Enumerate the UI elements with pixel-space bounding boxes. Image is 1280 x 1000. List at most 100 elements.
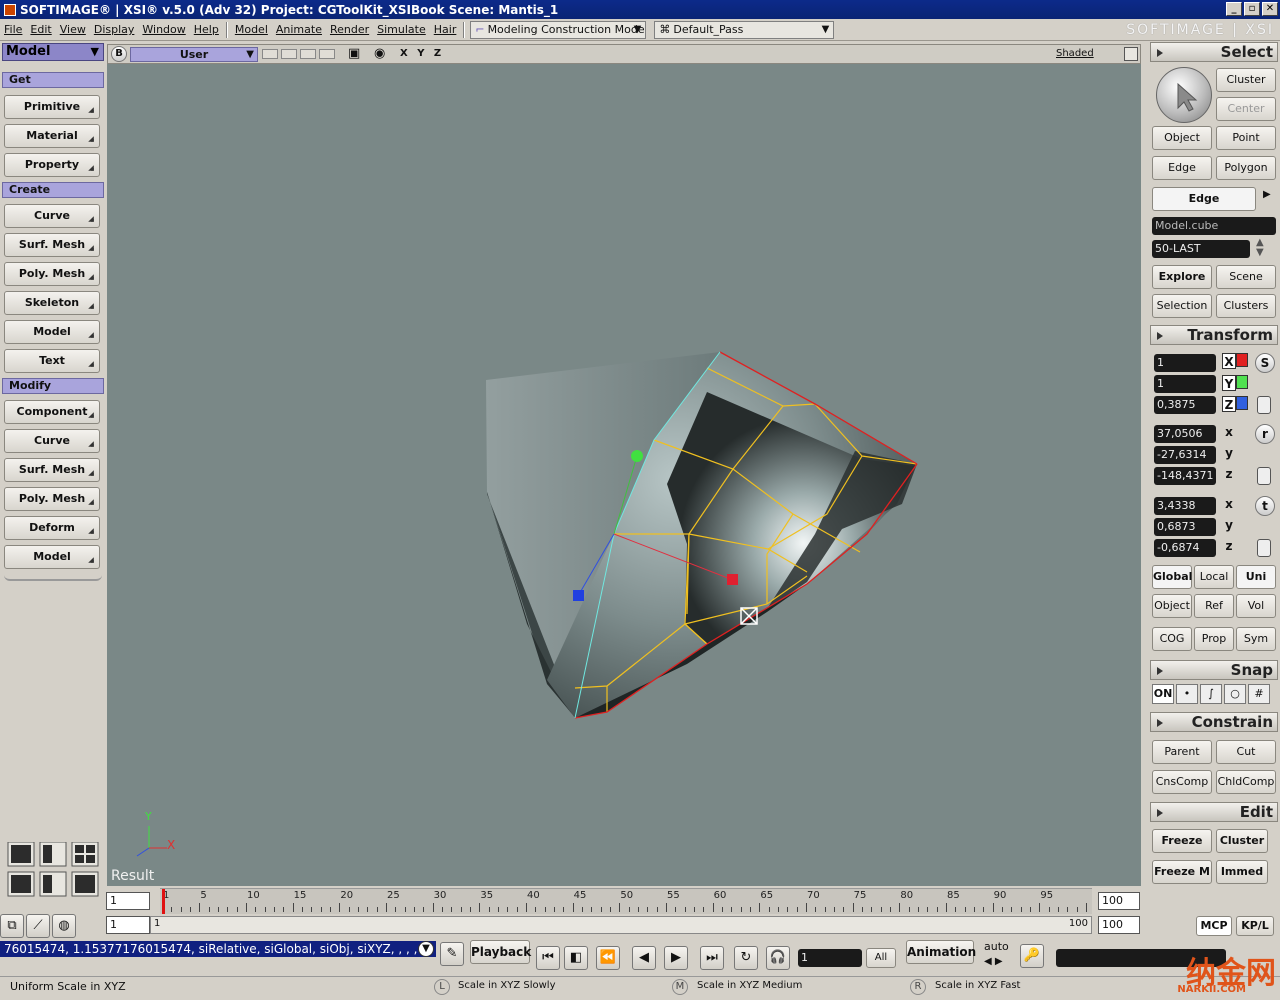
z-axis-handle[interactable] xyxy=(573,590,584,601)
snap-curve-icon[interactable]: ∫ xyxy=(1200,684,1222,704)
brush-icon[interactable]: ⟋ xyxy=(26,914,50,938)
maximize-viewport-icon[interactable] xyxy=(1124,47,1138,61)
translate-y-field[interactable]: 0,6873 xyxy=(1154,518,1216,536)
get-property-button[interactable]: Property xyxy=(4,153,100,177)
scale-y-field[interactable]: 1 xyxy=(1154,375,1216,393)
rotate-tool-button[interactable]: r xyxy=(1255,424,1275,444)
range-stepper-icon[interactable]: ▲ ▼ xyxy=(1256,238,1264,258)
global-button[interactable]: Global xyxy=(1152,565,1192,589)
immed-button[interactable]: Immed xyxy=(1216,860,1268,884)
rotate-y-field[interactable]: -27,6314 xyxy=(1154,446,1216,464)
create-text-button[interactable]: Text xyxy=(4,349,100,373)
center-button[interactable]: Center xyxy=(1216,97,1276,121)
modify-surf-mesh-button[interactable]: Surf. Mesh xyxy=(4,458,100,482)
select-arrow-button[interactable] xyxy=(1156,67,1212,123)
rotate-z-label[interactable]: z xyxy=(1218,466,1240,482)
scene-button[interactable]: Scene xyxy=(1216,265,1276,289)
selection-name-field[interactable]: Model.cube xyxy=(1152,217,1276,235)
section-create[interactable]: Create xyxy=(2,182,104,198)
snap-surface-icon[interactable]: ○ xyxy=(1224,684,1246,704)
restore-button[interactable]: ▫ xyxy=(1244,2,1260,16)
vol-button[interactable]: Vol xyxy=(1236,594,1276,618)
scene-layers-icon[interactable]: ⧉ xyxy=(0,914,24,938)
scale-y-toggle[interactable]: Y xyxy=(1222,375,1236,391)
translate-tool-button[interactable]: t xyxy=(1255,496,1275,516)
loop-icon[interactable]: ↻ xyxy=(734,946,758,970)
animation-menu-button[interactable]: Animation xyxy=(906,940,976,964)
key-step-icon[interactable]: ◀ ▶ xyxy=(984,956,1003,967)
modify-model-button[interactable]: Model xyxy=(4,545,100,569)
freeze-button[interactable]: Freeze xyxy=(1152,829,1212,853)
mcp-tab[interactable]: MCP xyxy=(1196,916,1232,936)
parent-button[interactable]: Parent xyxy=(1152,740,1212,764)
create-surf-mesh-button[interactable]: Surf. Mesh xyxy=(4,233,100,257)
axis-toggle[interactable]: X Y Z xyxy=(400,48,444,59)
cnscomp-button[interactable]: CnsComp xyxy=(1152,770,1212,794)
edge-select-button[interactable]: Edge xyxy=(1152,156,1212,180)
create-model-button[interactable]: Model xyxy=(4,320,100,344)
get-primitive-button[interactable]: Primitive xyxy=(4,95,100,119)
create-curve-button[interactable]: Curve xyxy=(4,204,100,228)
translate-lock-icon[interactable] xyxy=(1257,539,1271,557)
menu-help[interactable]: Help xyxy=(190,23,223,36)
sym-button[interactable]: Sym xyxy=(1236,627,1276,651)
audio-icon[interactable]: 🎧 xyxy=(766,946,790,970)
modify-component-button[interactable]: Component xyxy=(4,400,100,424)
prop-button[interactable]: Prop xyxy=(1194,627,1234,651)
all-button[interactable]: All xyxy=(866,948,896,968)
transform-section-header[interactable]: Transform xyxy=(1150,325,1278,345)
playback-menu-button[interactable]: Playback xyxy=(470,940,531,964)
local-button[interactable]: Local xyxy=(1194,565,1234,589)
section-modify[interactable]: Modify xyxy=(2,378,104,394)
eye-icon[interactable]: ◉ xyxy=(374,46,385,61)
modify-deform-button[interactable]: Deform xyxy=(4,516,100,540)
last-frame-icon[interactable]: ⏭ xyxy=(700,946,724,970)
clusters-button[interactable]: Clusters xyxy=(1216,294,1276,318)
timeline-current-field[interactable]: 1 xyxy=(106,916,150,934)
render-pass-dropdown[interactable]: ⌘ Default_Pass ▼ xyxy=(654,20,835,39)
current-frame-field[interactable]: 1 xyxy=(798,949,862,967)
chldcomp-button[interactable]: ChldComp xyxy=(1216,770,1276,794)
create-poly-mesh-button[interactable]: Poly. Mesh xyxy=(4,262,100,286)
translate-x-field[interactable]: 3,4338 xyxy=(1154,497,1216,515)
y-axis-handle[interactable] xyxy=(631,450,643,462)
timeline-ruler[interactable]: 1 5 10 15 20 25 30 35 40 45 50 55 60 65 70 75 80 85 90 95 xyxy=(160,888,1092,914)
scale-x-field[interactable]: 1 xyxy=(1154,354,1216,372)
cut-button[interactable]: Cut xyxy=(1216,740,1276,764)
constrain-section-header[interactable]: Constrain xyxy=(1150,712,1278,732)
rotate-x-field[interactable]: 37,0506 xyxy=(1154,425,1216,443)
snap-grid-icon[interactable]: # xyxy=(1248,684,1270,704)
timeline-start-field[interactable]: 1 xyxy=(106,892,150,910)
freeze-m-button[interactable]: Freeze M xyxy=(1152,860,1212,884)
menu-file[interactable]: File xyxy=(0,23,26,36)
modify-curve-button[interactable]: Curve xyxy=(4,429,100,453)
filter-menu-icon[interactable]: ▶ xyxy=(1263,189,1271,200)
menu-display[interactable]: Display xyxy=(90,23,139,36)
snap-on-toggle[interactable]: ON xyxy=(1152,684,1174,704)
rotate-z-field[interactable]: -148,4371 xyxy=(1154,467,1216,485)
translate-y-label[interactable]: y xyxy=(1218,517,1240,533)
menu-hair[interactable]: Hair xyxy=(430,23,461,36)
timeline-end2-field[interactable]: 100 xyxy=(1098,916,1140,934)
select-section-header[interactable]: Select xyxy=(1150,42,1278,62)
selection-button[interactable]: Selection xyxy=(1152,294,1212,318)
menu-window[interactable]: Window xyxy=(138,23,189,36)
get-material-button[interactable]: Material xyxy=(4,124,100,148)
palette-icon[interactable]: ◍ xyxy=(52,914,76,938)
scale-tool-button[interactable]: S xyxy=(1255,353,1275,373)
polygon-select-button[interactable]: Polygon xyxy=(1216,156,1276,180)
edge-filter-button[interactable]: Edge xyxy=(1152,187,1256,211)
camera-icon[interactable]: ▣ xyxy=(348,46,360,61)
skip-back-icon[interactable]: ⏪ xyxy=(596,946,620,970)
rotate-lock-icon[interactable] xyxy=(1257,467,1271,485)
toolbar-mode-dropdown[interactable]: Model ▼ xyxy=(2,43,104,61)
translate-z-field[interactable]: -0,6874 xyxy=(1154,539,1216,557)
close-button[interactable]: ✕ xyxy=(1262,2,1278,16)
range-field[interactable]: 50-LAST xyxy=(1152,240,1250,258)
object-ref-button[interactable]: Object xyxy=(1152,594,1192,618)
menu-animate[interactable]: Animate xyxy=(272,23,326,36)
script-editor-icon[interactable]: ✎ xyxy=(440,942,464,966)
scale-z-toggle[interactable]: Z xyxy=(1222,396,1236,412)
cluster-button[interactable]: Cluster xyxy=(1216,68,1276,92)
timeline-end-field[interactable]: 100 xyxy=(1098,892,1140,910)
